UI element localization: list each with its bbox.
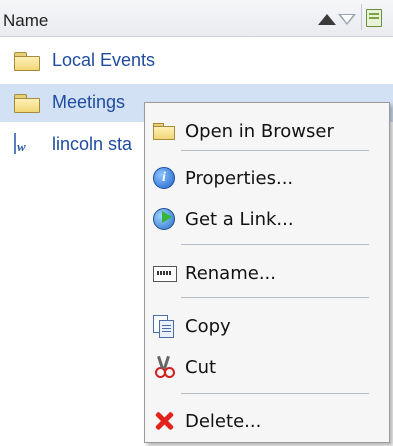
menu-item-label: Delete... <box>185 411 262 432</box>
rename-icon <box>153 262 177 284</box>
context-menu: Open in Browser i Properties... Get a Li… <box>144 102 390 443</box>
column-header: Name <box>0 0 393 37</box>
menu-item-rename[interactable]: Rename... <box>145 253 389 291</box>
menu-item-open-in-browser[interactable]: Open in Browser <box>145 111 389 149</box>
info-icon: i <box>153 167 175 189</box>
menu-item-properties[interactable]: i Properties... <box>145 158 389 196</box>
copy-icon <box>153 315 175 338</box>
menu-separator <box>181 393 369 394</box>
item-name[interactable]: Meetings <box>52 92 125 113</box>
delete-icon <box>153 410 175 432</box>
menu-separator <box>181 297 369 298</box>
sort-descending-icon[interactable] <box>338 14 356 25</box>
globe-link-icon <box>153 208 175 230</box>
list-item[interactable]: Local Events <box>0 42 393 80</box>
column-divider[interactable] <box>361 4 362 30</box>
word-document-icon: w <box>14 133 26 155</box>
menu-item-label: Copy <box>185 316 231 337</box>
menu-item-label: Properties... <box>185 168 294 189</box>
menu-item-delete[interactable]: Delete... <box>145 401 389 439</box>
menu-item-label: Rename... <box>185 263 276 284</box>
item-name[interactable]: Local Events <box>52 50 155 71</box>
menu-item-label: Get a Link... <box>185 209 294 230</box>
menu-separator <box>181 244 369 245</box>
menu-item-copy[interactable]: Copy <box>145 306 389 344</box>
item-name[interactable]: lincoln sta <box>52 134 132 155</box>
menu-item-get-a-link[interactable]: Get a Link... <box>145 199 389 237</box>
menu-item-label: Cut <box>185 357 217 378</box>
menu-item-label: Open in Browser <box>185 121 334 142</box>
open-folder-icon <box>153 120 175 142</box>
scissors-icon <box>153 355 175 378</box>
column-options-icon[interactable] <box>366 9 382 27</box>
menu-item-cut[interactable]: Cut <box>145 347 389 385</box>
name-column-header[interactable]: Name <box>3 11 48 31</box>
sort-ascending-icon[interactable] <box>318 14 336 25</box>
menu-separator <box>181 150 369 151</box>
